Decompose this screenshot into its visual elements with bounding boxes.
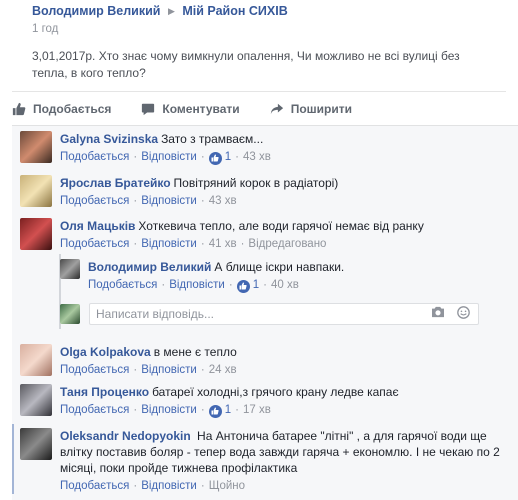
comment-text: в мене є тепло (153, 345, 237, 359)
comment-text: А блище іскри навпаки. (214, 260, 345, 274)
smiley-icon[interactable] (457, 306, 470, 322)
comment-reply-link[interactable]: Відповісти (141, 195, 197, 207)
comment-time[interactable]: Щойно (209, 480, 245, 492)
comment-text: Повітряний корок в радіаторі) (173, 176, 339, 190)
comment-reply-link[interactable]: Відповісти (141, 151, 197, 163)
avatar[interactable] (20, 175, 52, 207)
comment-like-link[interactable]: Подобається (60, 480, 129, 492)
share-icon (270, 102, 284, 116)
comment-time[interactable]: 41 хв (209, 238, 237, 250)
avatar[interactable] (20, 428, 52, 460)
like-badge-icon (208, 404, 222, 418)
comment-author[interactable]: Таня Проценко (60, 385, 149, 399)
comment-like-count[interactable]: 1 (225, 404, 231, 416)
reply-item: Володимир Великий А блище іскри навпаки. … (60, 259, 344, 293)
triangle-right-icon: ▶ (167, 6, 175, 16)
comment-time[interactable]: 43 хв (209, 195, 237, 207)
comment-time[interactable]: 40 хв (271, 279, 299, 291)
comment-reply-link[interactable]: Відповісти (141, 364, 197, 376)
comment-author[interactable]: Володимир Великий (88, 260, 211, 274)
comment-item: Таня Проценко батареї холодні,з грячого к… (20, 384, 399, 418)
facebook-post: Володимир Великий ▶ Мій Район СИХІВ 1 го… (0, 0, 518, 500)
comment-like-count[interactable]: 1 (253, 279, 259, 291)
comments-section: Galyna Svizinska Зато з трамваєм... Подоб… (12, 125, 518, 500)
share-button-label: Поширити (290, 101, 352, 116)
post-header: Володимир Великий ▶ Мій Район СИХІВ 1 го… (32, 4, 510, 35)
comment-like-link[interactable]: Подобається (60, 151, 129, 163)
comment-reply-link[interactable]: Відповісти (141, 238, 197, 250)
post-author-link[interactable]: Володимир Великий (32, 4, 161, 18)
comment-time[interactable]: 43 хв (243, 151, 271, 163)
comment-item: Galyna Svizinska Зато з трамваєм... Подоб… (20, 131, 271, 165)
comment-edited-label[interactable]: Відредаговано (248, 238, 326, 250)
like-badge-icon (208, 151, 222, 165)
thumbs-up-icon (12, 102, 26, 116)
avatar[interactable] (20, 218, 52, 250)
comment-item: Olga Kolpakova в мене є тепло Подобається… (20, 344, 237, 378)
reply-input[interactable] (96, 307, 431, 321)
comment-reply-link[interactable]: Відповісти (141, 404, 197, 416)
like-badge-icon (236, 279, 250, 293)
new-comment-highlight (12, 424, 14, 494)
avatar[interactable] (20, 344, 52, 376)
comment-like-link[interactable]: Подобається (60, 195, 129, 207)
reply-icons (431, 306, 478, 322)
reply-input-box[interactable] (89, 303, 479, 325)
post-actions-bar: Подобається Коментувати Поширити (12, 91, 506, 125)
comment-button-label: Коментувати (162, 101, 240, 116)
comment-meta: Подобається · Відповісти · Щойно (60, 480, 246, 492)
comment-reply-link[interactable]: Відповісти (141, 480, 197, 492)
comment-like-link[interactable]: Подобається (60, 238, 129, 250)
share-button[interactable]: Поширити (270, 102, 352, 116)
camera-icon[interactable] (431, 306, 445, 322)
comment-text: батареї холодні,з грячого крану ледве ка… (152, 385, 399, 399)
comment-meta: Подобається · Відповісти · 41 хв · Відредагова… (60, 238, 327, 250)
avatar[interactable] (60, 259, 80, 279)
comment-item: Оля Мацьків Хоткевича тепло, але води гар… (20, 218, 424, 252)
comment-author[interactable]: Galyna Svizinska (60, 132, 158, 146)
comment-text: Зато з трамваєм... (161, 132, 264, 146)
comment-meta: Подобається · Відповісти · 1 · 40 хв (88, 279, 299, 293)
post-text: 3,01,2017р. Хто знає чому вимкнули опале… (32, 49, 460, 80)
comment-meta: Подобається · Відповісти · 1 · 17 хв (60, 404, 271, 418)
like-button[interactable]: Подобається (12, 102, 111, 116)
comment-meta: Подобається · Відповісти · 24 хв (60, 364, 237, 376)
comment-like-link[interactable]: Подобається (88, 279, 157, 291)
avatar[interactable] (20, 384, 52, 416)
comment-time[interactable]: 17 хв (243, 404, 271, 416)
comment-icon (141, 102, 155, 116)
comment-item: Oleksandr Nedopyokin На Антонича батарее… (20, 428, 508, 494)
comment-button[interactable]: Коментувати (141, 101, 240, 116)
comment-like-link[interactable]: Подобається (60, 404, 129, 416)
comment-meta: Подобається · Відповісти · 1 · 43 хв (60, 151, 271, 165)
like-button-label: Подобається (33, 101, 112, 116)
comment-time[interactable]: 24 хв (209, 364, 237, 376)
comment-author[interactable]: Ярослав Братейко (60, 176, 171, 190)
post-timestamp[interactable]: 1 год (32, 23, 510, 35)
post-group-link[interactable]: Мій Район СИХІВ (182, 4, 287, 18)
comment-like-count[interactable]: 1 (225, 151, 231, 163)
comment-text: Хоткевича тепло, але води гарячої немає … (138, 219, 424, 233)
comment-meta: Подобається · Відповісти · 43 хв (60, 195, 237, 207)
comment-author[interactable]: Olga Kolpakova (60, 345, 151, 359)
comment-author[interactable]: Оля Мацьків (60, 219, 135, 233)
comment-item: Ярослав Братейко Повітряний корок в радіа… (20, 175, 338, 209)
current-user-avatar (60, 304, 80, 324)
comment-reply-link[interactable]: Відповісти (169, 279, 225, 291)
comment-like-link[interactable]: Подобається (60, 364, 129, 376)
post-author-line: Володимир Великий ▶ Мій Район СИХІВ (32, 4, 510, 18)
comment-author[interactable]: Oleksandr Nedopyokin (60, 429, 191, 443)
avatar[interactable] (20, 131, 52, 163)
